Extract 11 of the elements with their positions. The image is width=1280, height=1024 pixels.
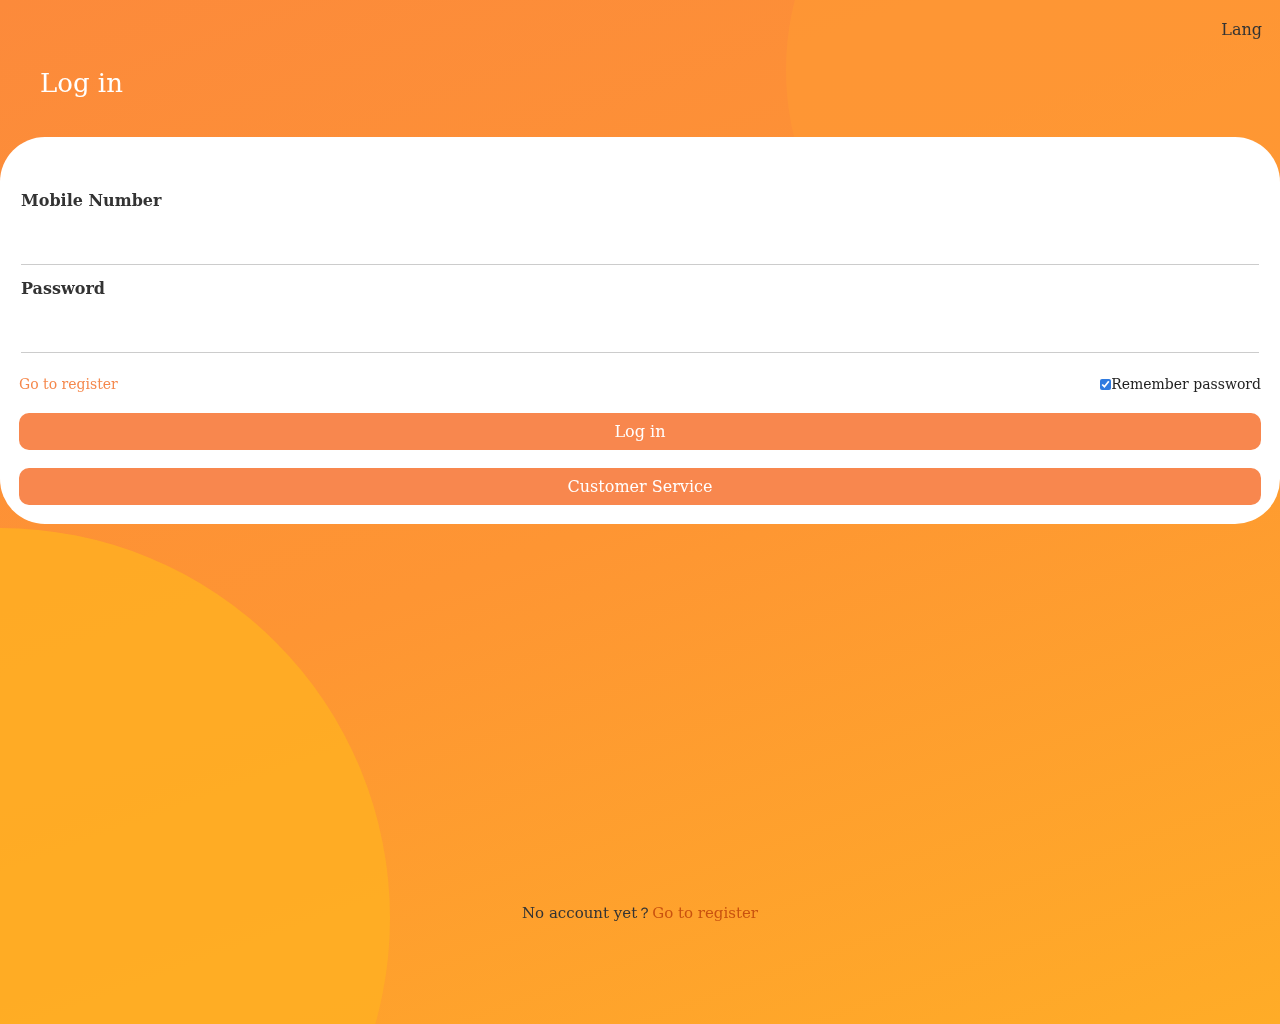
page-title: Log in: [40, 70, 123, 96]
register-link[interactable]: Go to register: [652, 901, 758, 924]
action-button[interactable]: Customer Service: [19, 468, 1261, 505]
remember-checkbox[interactable]: [1100, 379, 1112, 390]
register-link[interactable]: Go to register: [19, 374, 118, 395]
action-button[interactable]: Log in: [19, 413, 1261, 450]
field-label: Mobile Number: [21, 190, 162, 212]
remember-label: Remember password: [1111, 375, 1261, 394]
footer-text: No account yet？: [522, 902, 653, 924]
language-button[interactable]: Lang: [1221, 18, 1262, 42]
field-label: Password: [21, 278, 106, 300]
